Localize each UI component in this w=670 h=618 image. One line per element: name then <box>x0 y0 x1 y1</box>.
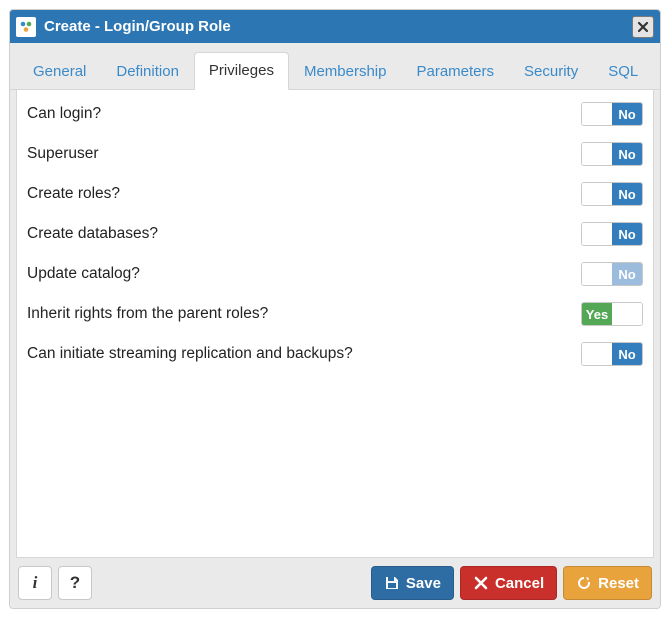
privilege-toggle[interactable]: YesNo <box>581 182 643 206</box>
info-button[interactable]: i <box>18 566 52 600</box>
privilege-toggle: YesNo <box>581 262 643 286</box>
toggle-no: No <box>612 223 642 245</box>
save-button[interactable]: Save <box>371 566 454 600</box>
info-icon: i <box>33 573 38 593</box>
toggle-no: No <box>612 343 642 365</box>
toggle-no: No <box>612 303 642 325</box>
toggle-no: No <box>612 103 642 125</box>
privilege-label: Update catalog? <box>27 265 581 283</box>
toggle-yes: Yes <box>582 263 612 285</box>
privilege-list: Can login?YesNoSuperuserYesNoCreate role… <box>17 90 653 374</box>
tab-definition[interactable]: Definition <box>101 53 194 90</box>
titlebar: Create - Login/Group Role <box>10 10 660 43</box>
privilege-label: Superuser <box>27 145 581 163</box>
close-button[interactable] <box>632 16 654 38</box>
privilege-label: Can initiate streaming replication and b… <box>27 345 581 363</box>
privilege-label: Inherit rights from the parent roles? <box>27 305 581 323</box>
help-icon: ? <box>70 573 80 593</box>
tab-body-privileges: Can login?YesNoSuperuserYesNoCreate role… <box>16 90 654 558</box>
privilege-row: Create roles?YesNo <box>17 174 653 214</box>
reset-icon <box>576 575 592 591</box>
privilege-label: Create roles? <box>27 185 581 203</box>
role-icon <box>16 17 36 37</box>
create-role-dialog: Create - Login/Group Role GeneralDefinit… <box>9 9 661 609</box>
tab-membership[interactable]: Membership <box>289 53 402 90</box>
privilege-row: Can login?YesNo <box>17 94 653 134</box>
toggle-yes: Yes <box>582 103 612 125</box>
tab-general[interactable]: General <box>18 53 101 90</box>
privilege-toggle[interactable]: YesNo <box>581 302 643 326</box>
save-label: Save <box>406 575 441 592</box>
privilege-toggle[interactable]: YesNo <box>581 222 643 246</box>
toggle-no: No <box>612 143 642 165</box>
reset-label: Reset <box>598 575 639 592</box>
dialog-title: Create - Login/Group Role <box>44 18 624 35</box>
dialog-footer: i ? Save Cancel Reset <box>10 558 660 608</box>
tab-sql[interactable]: SQL <box>593 53 653 90</box>
privilege-label: Create databases? <box>27 225 581 243</box>
save-icon <box>384 575 400 591</box>
toggle-yes: Yes <box>582 303 612 325</box>
help-button[interactable]: ? <box>58 566 92 600</box>
privilege-toggle[interactable]: YesNo <box>581 102 643 126</box>
privilege-row: Create databases?YesNo <box>17 214 653 254</box>
toggle-no: No <box>612 263 642 285</box>
privilege-row: Can initiate streaming replication and b… <box>17 334 653 374</box>
privilege-row: Inherit rights from the parent roles?Yes… <box>17 294 653 334</box>
tab-security[interactable]: Security <box>509 53 593 90</box>
tab-parameters[interactable]: Parameters <box>401 53 509 90</box>
cancel-label: Cancel <box>495 575 544 592</box>
tab-bar: GeneralDefinitionPrivilegesMembershipPar… <box>10 43 660 90</box>
toggle-yes: Yes <box>582 223 612 245</box>
cancel-button[interactable]: Cancel <box>460 566 557 600</box>
privilege-toggle[interactable]: YesNo <box>581 142 643 166</box>
privilege-row: Update catalog?YesNo <box>17 254 653 294</box>
close-icon <box>637 21 649 33</box>
toggle-yes: Yes <box>582 143 612 165</box>
toggle-no: No <box>612 183 642 205</box>
reset-button[interactable]: Reset <box>563 566 652 600</box>
toggle-yes: Yes <box>582 343 612 365</box>
tab-privileges[interactable]: Privileges <box>194 52 289 90</box>
privilege-label: Can login? <box>27 105 581 123</box>
toggle-yes: Yes <box>582 183 612 205</box>
cancel-icon <box>473 575 489 591</box>
privilege-row: SuperuserYesNo <box>17 134 653 174</box>
privilege-toggle[interactable]: YesNo <box>581 342 643 366</box>
